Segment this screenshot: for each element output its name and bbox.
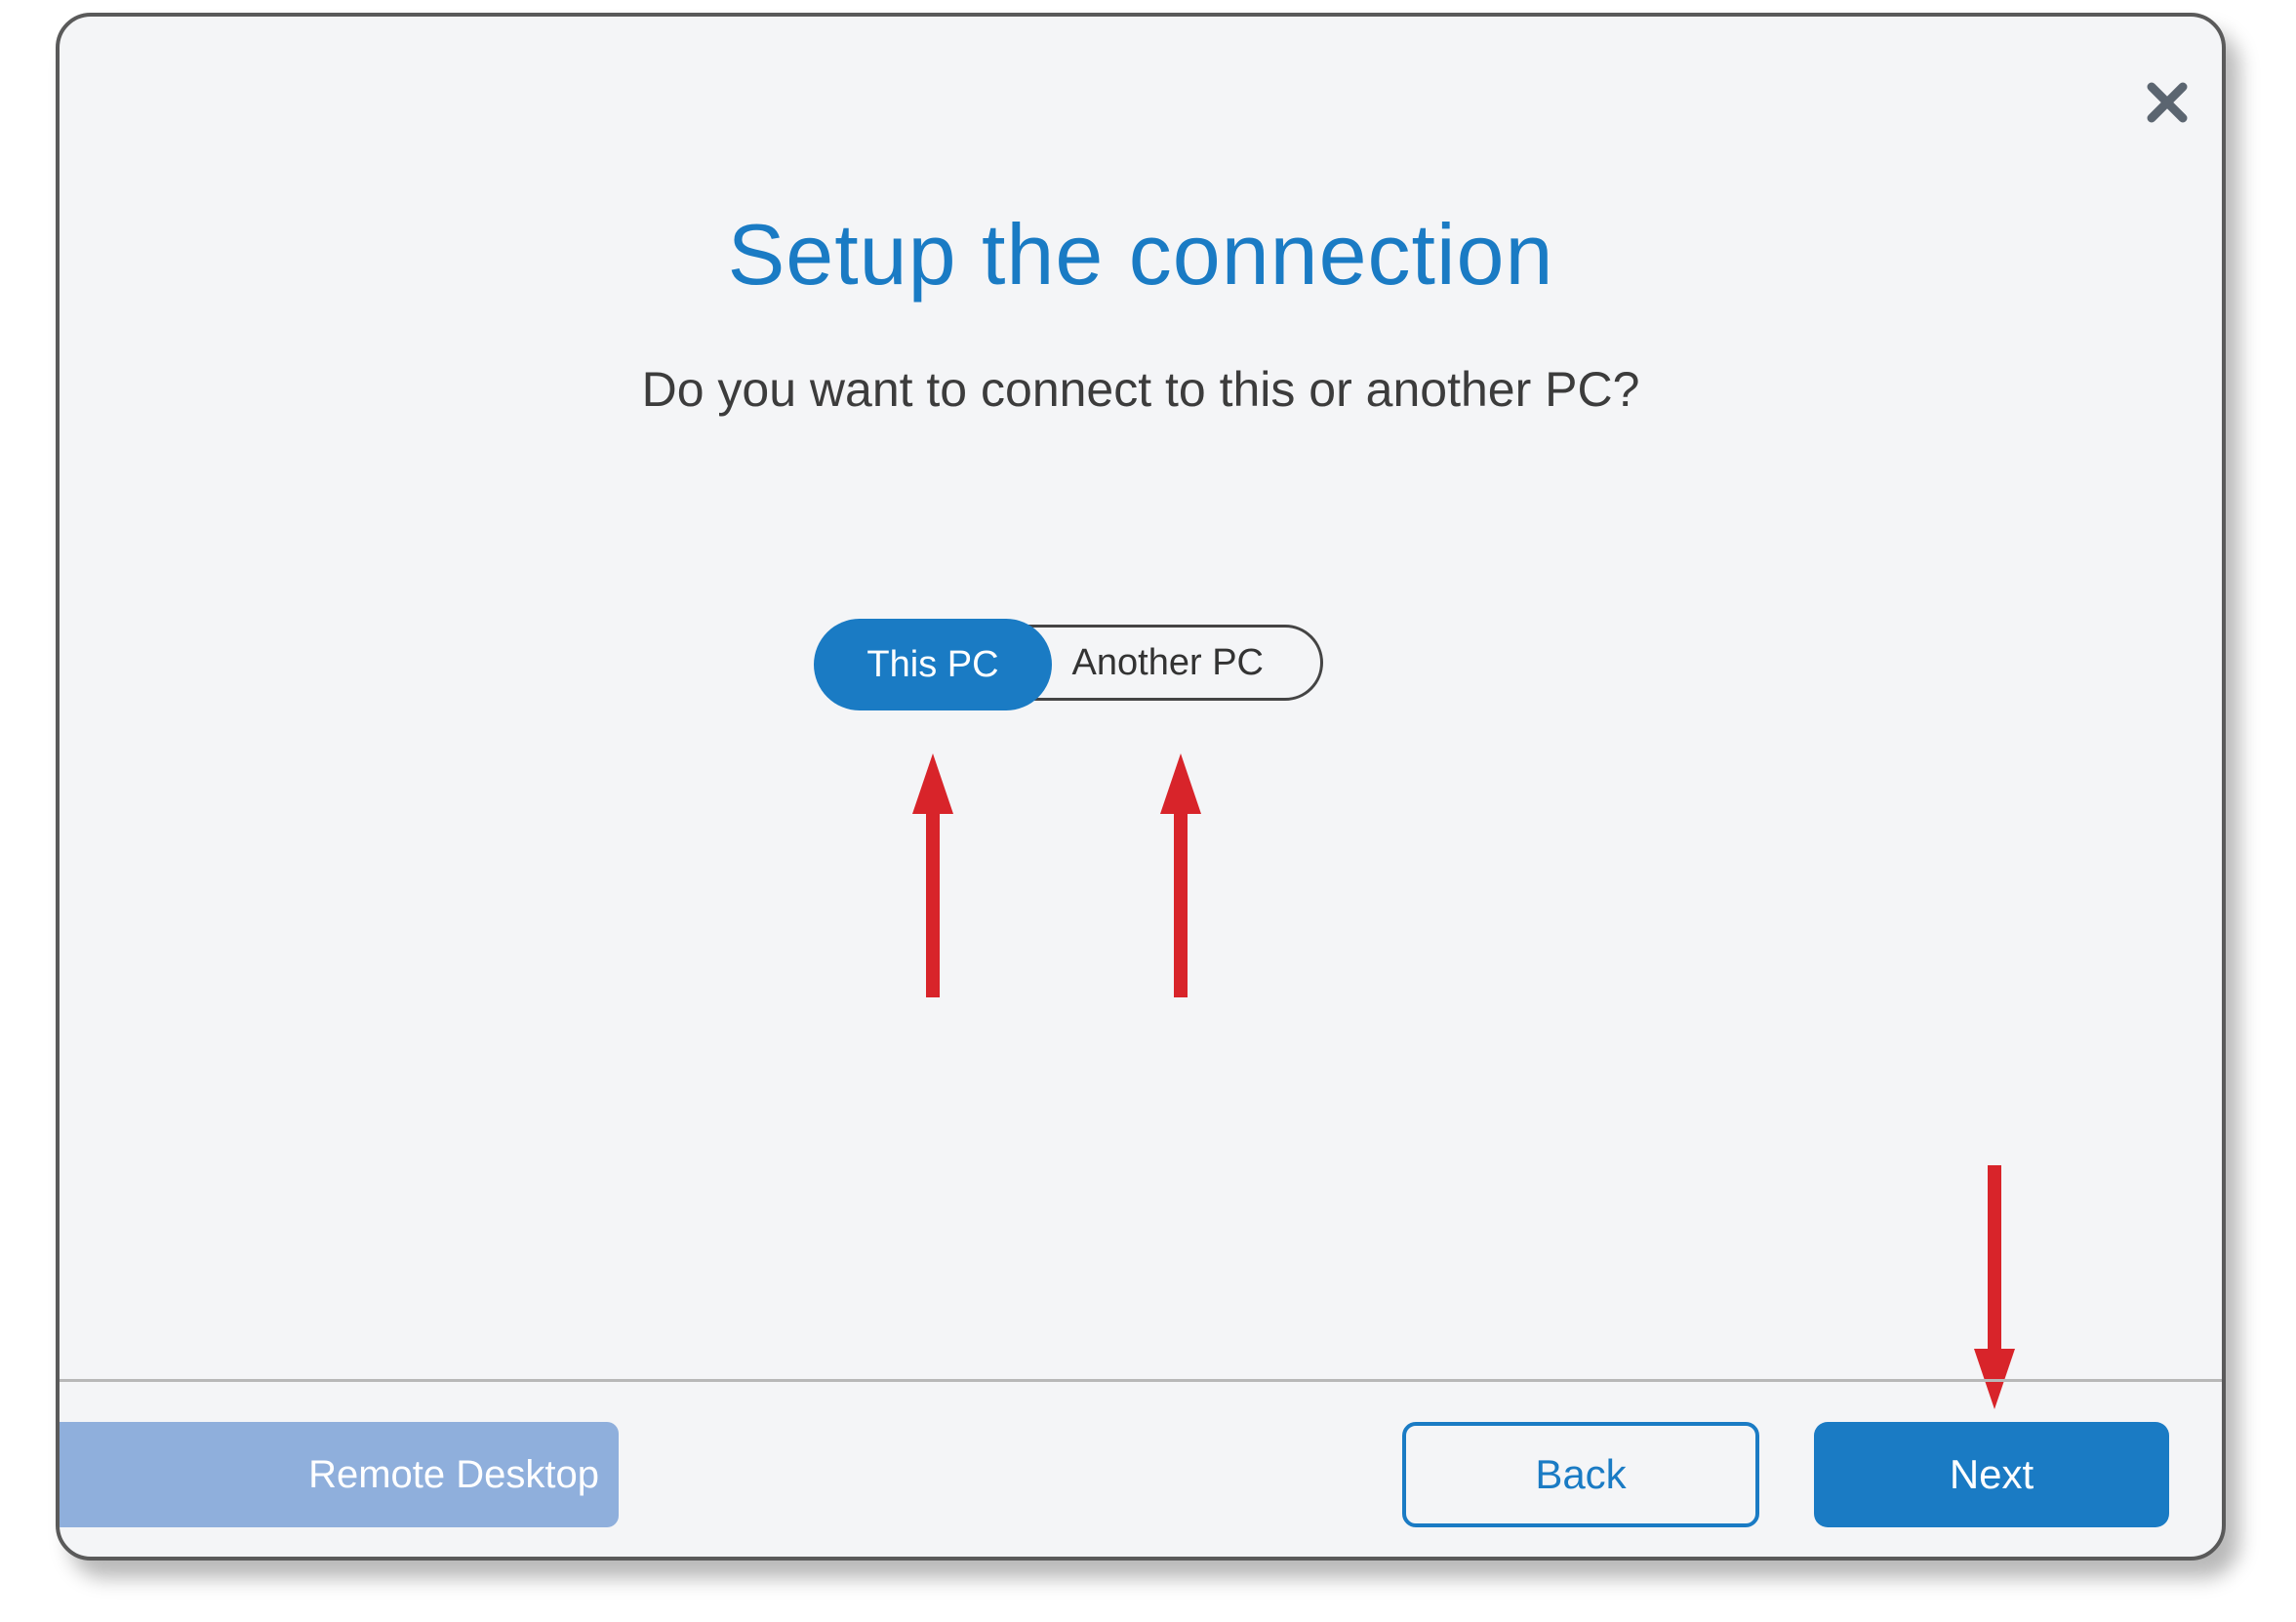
dialog-subtitle: Do you want to connect to this or anothe… [641,362,1640,417]
back-button-label: Back [1535,1451,1627,1497]
toggle-option-this-pc[interactable]: This PC [814,619,1052,710]
setup-dialog: Setup the connection Do you want to conn… [56,13,2226,1561]
back-button[interactable]: Back [1402,1422,1759,1527]
footer-divider [60,1379,2222,1382]
arrow-down-icon [1974,1165,2015,1409]
brand-text: Remote Desktop [308,1452,599,1496]
toggle-option-label: Another PC [1071,641,1264,683]
pc-toggle[interactable]: Another PC This PC [814,619,1325,712]
toggle-option-label: This PC [866,643,999,685]
dialog-title: Setup the connection [727,206,1554,303]
next-button[interactable]: Next [1814,1422,2169,1527]
close-button[interactable] [2128,63,2206,142]
brand-label: Remote Desktop [60,1422,619,1527]
arrow-up-icon [912,753,953,997]
close-icon [2147,82,2188,123]
next-button-label: Next [1949,1451,2034,1497]
arrow-up-icon [1160,753,1201,997]
